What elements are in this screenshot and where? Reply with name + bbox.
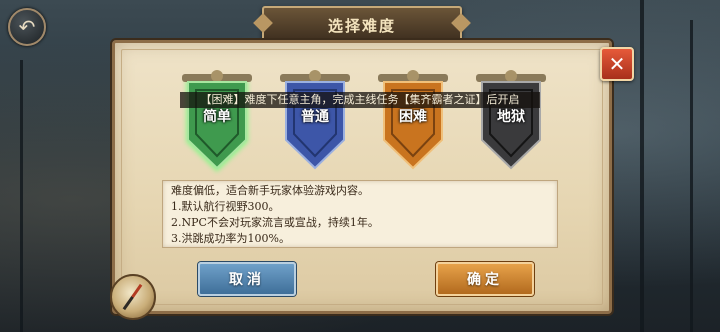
back-button[interactable]: ↶: [8, 8, 46, 46]
difficulty-easy[interactable]: 简单: [176, 70, 258, 180]
difficulty-description: 难度偏低，适合新手玩家体验游戏内容。 1.默认航行视野300。 2.NPC不会对…: [162, 180, 558, 248]
close-icon: ✕: [608, 52, 626, 76]
description-line: 2.NPC不会对玩家流言或宣战，持续1年。: [171, 216, 379, 229]
difficulty-normal[interactable]: 普通: [274, 70, 356, 180]
page-title: 选择难度: [327, 16, 396, 35]
difficulty-hell[interactable]: 地狱: [470, 70, 552, 180]
ship-mast: [690, 20, 693, 332]
title-banner: 选择难度: [262, 6, 462, 44]
ship-mast: [20, 60, 23, 332]
ship-mast: [640, 0, 644, 332]
description-line: 1.默认航行视野300。: [171, 200, 280, 213]
confirm-button[interactable]: 确定: [436, 262, 534, 296]
description-line: 难度偏低，适合新手玩家体验游戏内容。: [171, 184, 369, 197]
unlock-hint: 【困难】难度下任意主角，完成主线任务【集齐霸者之证】后开启: [180, 92, 540, 108]
cancel-button[interactable]: 取消: [198, 262, 296, 296]
difficulty-options: 简单 普通 困难 地狱: [170, 70, 550, 180]
difficulty-hard[interactable]: 困难: [372, 70, 454, 180]
back-arrow-icon: ↶: [18, 15, 36, 39]
difficulty-label: 地狱: [497, 109, 525, 125]
difficulty-label: 困难: [399, 109, 427, 125]
close-button[interactable]: ✕: [600, 47, 634, 81]
description-line: 3.洪跳成功率为100%。: [171, 232, 290, 245]
difficulty-label: 普通: [301, 109, 329, 125]
difficulty-label: 简单: [203, 109, 231, 125]
compass-icon: [110, 274, 156, 320]
